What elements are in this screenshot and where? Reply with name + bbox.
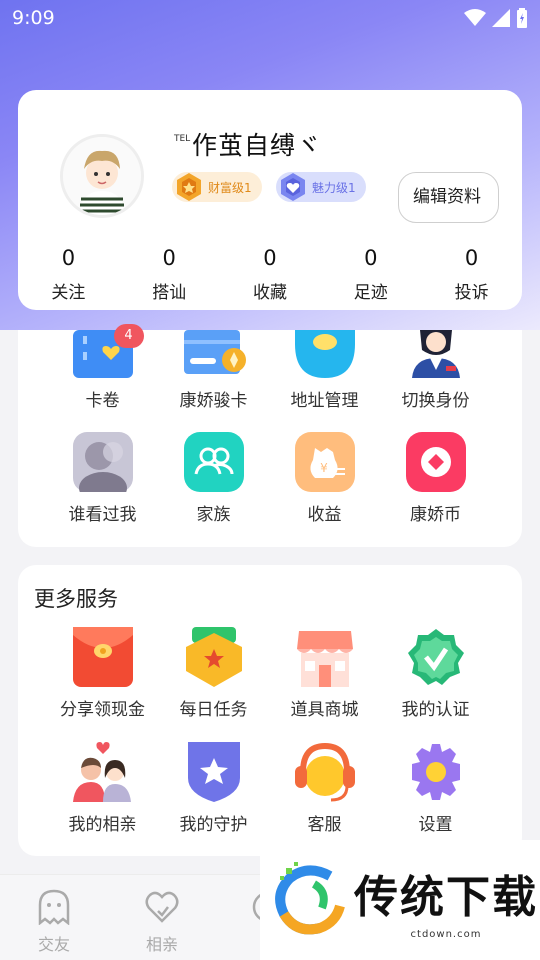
watermark-text: 传统下载 ctdown.com: [354, 861, 538, 940]
visitors-icon: [72, 432, 133, 504]
menu-item-label: 谁看过我: [68, 505, 137, 525]
watermark-url: ctdown.com: [410, 928, 482, 940]
menu-item-label: 康娇币: [410, 505, 461, 525]
stat-label: 足迹: [353, 283, 388, 303]
menu-item-address[interactable]: 地址管理: [269, 330, 380, 411]
service-customer-support[interactable]: 客服: [269, 742, 380, 835]
red-envelope-icon: [72, 627, 133, 687]
service-settings[interactable]: 设置: [380, 742, 491, 835]
more-services-card: 更多服务 分享领现金 每日任务 道具商城 我的认证 我的相亲 我的守护 客服 设…: [18, 565, 522, 856]
avatar[interactable]: [60, 134, 144, 218]
stat-value: 0: [61, 246, 76, 270]
menu-item-vip-card[interactable]: 康娇骏卡: [158, 330, 269, 411]
avatar-boy-icon: [63, 137, 141, 215]
menu-item-coins[interactable]: 康娇币: [380, 432, 491, 525]
watermark-title: 传统下载: [354, 871, 538, 923]
guard-icon: [187, 742, 240, 802]
headset-icon: [294, 742, 355, 802]
stat-label: 收藏: [252, 283, 287, 303]
stat-label: 关注: [51, 283, 86, 303]
watermark: 传统下载 ctdown.com: [260, 840, 540, 960]
coin-icon: [405, 432, 466, 492]
charm-level-label: 魅力级1: [312, 180, 356, 195]
profile-card: TEL 作茧自缚ヾ 财富级1 魅力级1 编辑资料 0 关注 0 搭讪 0 收藏: [18, 90, 522, 310]
svg-text:¥: ¥: [320, 461, 328, 475]
charm-heart-icon: [281, 173, 305, 201]
status-time: 9:09: [12, 7, 55, 29]
stat-complaints[interactable]: 0 投诉: [421, 246, 522, 303]
heart-icon: [145, 891, 179, 923]
menu-item-switch-identity[interactable]: 切换身份: [380, 330, 491, 411]
nav-tab-matchmaking[interactable]: 相亲: [132, 889, 192, 955]
wifi-icon: [464, 9, 486, 26]
menu-item-label: 地址管理: [290, 391, 359, 411]
menu-card: 4 卡卷 康娇骏卡 地址管理 切换身份 谁看过我 家族 ¥ 收益 康娇币: [18, 324, 522, 547]
coupon-count-badge: 4: [113, 324, 144, 348]
wealth-level-label: 财富级1: [208, 180, 252, 195]
service-label: 每日任务: [179, 700, 248, 720]
service-my-matchmaking[interactable]: 我的相亲: [47, 742, 158, 835]
wealth-level-badge[interactable]: 财富级1: [172, 172, 262, 202]
nav-tab-label: 相亲: [145, 935, 178, 954]
stat-value: 0: [464, 246, 479, 270]
shop-icon: [296, 631, 353, 687]
service-label: 客服: [307, 815, 342, 835]
service-label: 分享领现金: [60, 700, 145, 720]
stat-following[interactable]: 0 关注: [18, 246, 119, 303]
stat-value: 0: [263, 246, 277, 270]
couple-icon: [72, 742, 131, 802]
card-icon: [183, 330, 246, 374]
service-my-guardian[interactable]: 我的守护: [158, 742, 269, 835]
settings-gear-icon: [411, 744, 460, 800]
stat-favorites[interactable]: 0 收藏: [220, 246, 321, 303]
watermark-logo-icon: [275, 862, 345, 935]
menu-item-label: 收益: [307, 505, 342, 525]
service-label: 道具商城: [290, 700, 359, 720]
stat-label: 投诉: [454, 283, 489, 303]
menu-item-family[interactable]: 家族: [158, 432, 269, 525]
stat-value: 0: [364, 246, 378, 270]
menu-item-coupons[interactable]: 4 卡卷: [47, 324, 158, 411]
service-daily-task[interactable]: 每日任务: [158, 627, 269, 720]
menu-item-income[interactable]: ¥ 收益: [269, 432, 380, 525]
stat-value: 0: [162, 246, 176, 270]
tel-tag: TEL: [174, 134, 191, 144]
service-label: 我的守护: [179, 815, 248, 835]
service-share-cash[interactable]: 分享领现金: [47, 627, 158, 720]
menu-item-label: 康娇骏卡: [179, 391, 248, 411]
stats-row: 0 关注 0 搭讪 0 收藏 0 足迹 0 投诉: [18, 246, 522, 303]
charm-level-badge[interactable]: 魅力级1: [276, 172, 366, 202]
identity-icon: [411, 330, 460, 378]
verified-icon: [407, 629, 464, 685]
signal-icon: [492, 9, 510, 27]
edit-profile-button[interactable]: 编辑资料: [398, 172, 499, 223]
address-icon: [294, 330, 355, 378]
service-my-verification[interactable]: 我的认证: [380, 627, 491, 720]
stat-label: 搭讪: [152, 283, 187, 303]
family-icon: [183, 432, 244, 492]
nav-tab-friends[interactable]: 交友: [24, 889, 84, 955]
username: 作茧自缚ヾ: [192, 131, 323, 160]
daily-task-icon: [185, 627, 242, 687]
ghost-icon: [38, 889, 70, 926]
menu-item-label: 家族: [196, 505, 231, 525]
section-title: 更多服务: [34, 587, 118, 611]
menu-item-label: 切换身份: [401, 391, 470, 411]
service-label: 我的相亲: [68, 815, 137, 835]
income-icon: ¥: [294, 432, 355, 492]
wealth-medal-icon: [177, 173, 201, 201]
stat-footprints[interactable]: 0 足迹: [320, 246, 421, 303]
menu-item-visitors[interactable]: 谁看过我: [47, 432, 158, 525]
menu-item-label: 卡卷: [85, 391, 120, 411]
status-bar: 9:09: [0, 0, 540, 36]
service-label: 我的认证: [401, 700, 470, 720]
battery-icon: [517, 8, 527, 28]
service-label: 设置: [418, 815, 453, 835]
nav-tab-label: 交友: [37, 935, 70, 954]
service-prop-shop[interactable]: 道具商城: [269, 627, 380, 720]
stat-greetings[interactable]: 0 搭讪: [119, 246, 220, 303]
status-icons: [464, 8, 528, 28]
